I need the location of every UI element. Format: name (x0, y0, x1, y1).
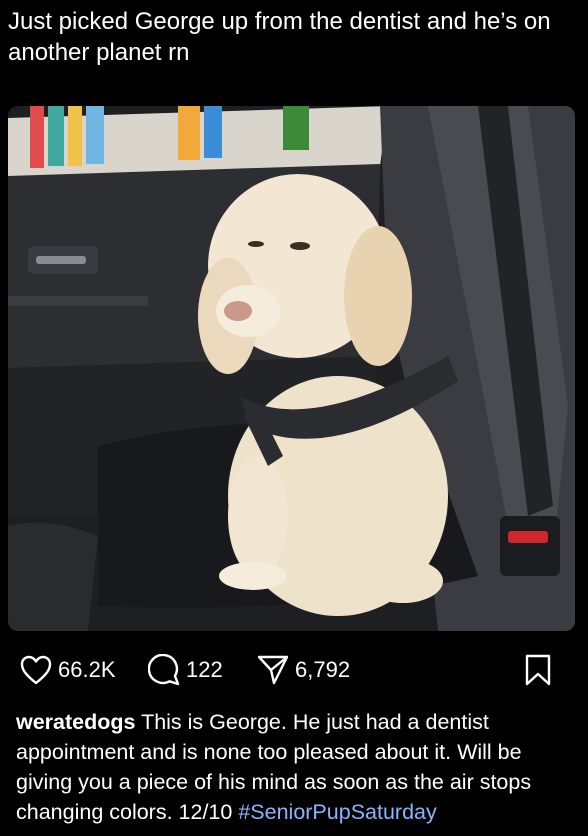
caption-username[interactable]: weratedogs (16, 710, 135, 734)
tweet-text: Just picked George up from the dentist a… (8, 8, 551, 66)
share-button[interactable]: 6,792 (257, 648, 350, 692)
comment-icon (148, 654, 180, 686)
share-icon (257, 655, 289, 685)
share-count: 6,792 (295, 657, 351, 682)
comment-count: 122 (186, 657, 223, 682)
caption-hashtag[interactable]: #SeniorPupSaturday (238, 800, 436, 824)
post-caption: weratedogs This is George. He just had a… (16, 707, 576, 827)
comment-button[interactable]: 122 (148, 648, 223, 692)
heart-icon (20, 655, 52, 685)
like-button[interactable]: 66.2K (20, 648, 116, 692)
save-button[interactable] (524, 648, 552, 692)
dog-in-car-seat-image (8, 106, 575, 631)
post-photo[interactable] (8, 106, 575, 631)
like-count: 66.2K (58, 657, 116, 682)
bookmark-icon (525, 654, 551, 686)
action-bar: 66.2K 122 6,792 (20, 648, 568, 692)
